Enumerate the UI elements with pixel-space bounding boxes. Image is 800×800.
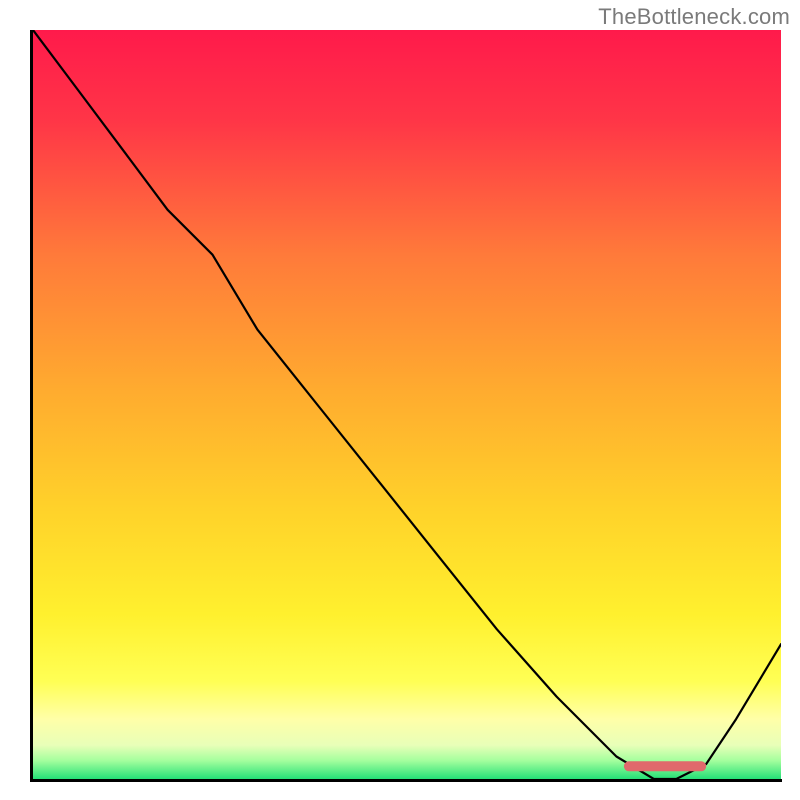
y-axis [30, 30, 33, 782]
chart-container: TheBottleneck.com [0, 0, 800, 800]
plot-area [33, 30, 781, 779]
x-axis [30, 779, 782, 782]
gradient-fill [33, 30, 781, 779]
bottleneck-marker [624, 761, 706, 771]
attribution-text: TheBottleneck.com [598, 4, 790, 30]
